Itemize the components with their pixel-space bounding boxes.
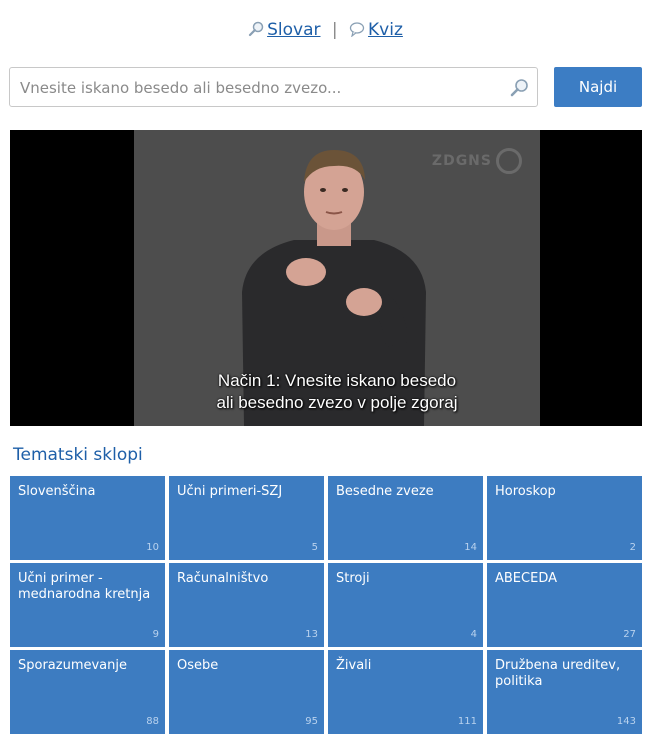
speech-bubble-icon <box>349 21 365 42</box>
search-box <box>9 67 538 108</box>
topic-label: Horoskop <box>495 484 556 499</box>
topic-label: Živali <box>336 658 372 673</box>
subtitle-line-2: ali besedno zvezo v polje zgoraj <box>216 393 458 412</box>
topic-label: Učni primer - mednarodna kretnja <box>18 571 151 602</box>
topic-label: ABECEDA <box>495 571 557 586</box>
topic-label: Sporazumevanje <box>18 658 128 673</box>
find-button[interactable]: Najdi <box>554 67 642 107</box>
subtitle-line-1: Način 1: Vnesite iskano besedo <box>217 371 457 390</box>
topic-count: 14 <box>464 542 477 553</box>
topic-tile[interactable]: Živali 111 <box>328 650 483 734</box>
topic-label: Besedne zveze <box>336 484 434 499</box>
topic-count: 4 <box>470 629 477 640</box>
topic-count: 27 <box>623 629 636 640</box>
topic-tile[interactable]: Osebe 95 <box>169 650 324 734</box>
video-subtitle: Način 1: Vnesite iskano besedo ali besed… <box>134 370 540 414</box>
topic-tile[interactable]: ABECEDA 27 <box>487 563 642 647</box>
topic-tile[interactable]: Sporazumevanje 88 <box>10 650 165 734</box>
topic-count: 95 <box>305 716 318 727</box>
nav-separator: | <box>331 20 338 40</box>
topic-count: 111 <box>457 716 477 727</box>
topic-tile[interactable]: Učni primer - mednarodna kretnja 9 <box>10 563 165 647</box>
topic-label: Družbena ureditev, politika <box>495 658 621 689</box>
topic-label: Slovenščina <box>18 484 96 499</box>
topic-tile[interactable]: Učni primeri-SZJ 5 <box>169 476 324 560</box>
topic-tile[interactable]: Družbena ureditev, politika 143 <box>487 650 642 734</box>
topic-count: 10 <box>146 542 159 553</box>
topic-count: 9 <box>152 629 159 640</box>
topic-tile[interactable]: Horoskop 2 <box>487 476 642 560</box>
magnifier-icon[interactable] <box>509 78 529 102</box>
topic-count: 88 <box>146 716 159 727</box>
search-icon <box>248 21 264 42</box>
dictionary-link[interactable]: Slovar <box>267 20 320 40</box>
topic-tile[interactable]: Stroji 4 <box>328 563 483 647</box>
topic-tile[interactable]: Besedne zveze 14 <box>328 476 483 560</box>
watermark-logo: ZDGNS <box>432 148 522 174</box>
topic-label: Osebe <box>177 658 219 673</box>
search-bar: Najdi <box>9 67 642 109</box>
topic-count: 143 <box>616 716 636 727</box>
topic-label: Stroji <box>336 571 370 586</box>
top-navigation: Slovar | Kviz <box>0 20 651 42</box>
topic-label: Učni primeri-SZJ <box>177 484 283 499</box>
video-player[interactable]: ZDGNS Način 1: Vnesite iskano besedo ali… <box>10 130 642 426</box>
video-frame: ZDGNS Način 1: Vnesite iskano besedo ali… <box>134 130 540 426</box>
search-input[interactable] <box>18 68 502 108</box>
quiz-link[interactable]: Kviz <box>368 20 403 40</box>
topic-count: 5 <box>311 542 318 553</box>
topic-count: 13 <box>305 629 318 640</box>
topic-tile[interactable]: Slovenščina 10 <box>10 476 165 560</box>
topics-grid: Slovenščina 10 Učni primeri-SZJ 5 Besedn… <box>10 476 642 734</box>
topic-count: 2 <box>629 542 636 553</box>
topic-label: Računalništvo <box>177 571 269 586</box>
topic-tile[interactable]: Računalništvo 13 <box>169 563 324 647</box>
topics-heading: Tematski sklopi <box>13 445 143 465</box>
ear-logo-icon <box>496 148 522 174</box>
